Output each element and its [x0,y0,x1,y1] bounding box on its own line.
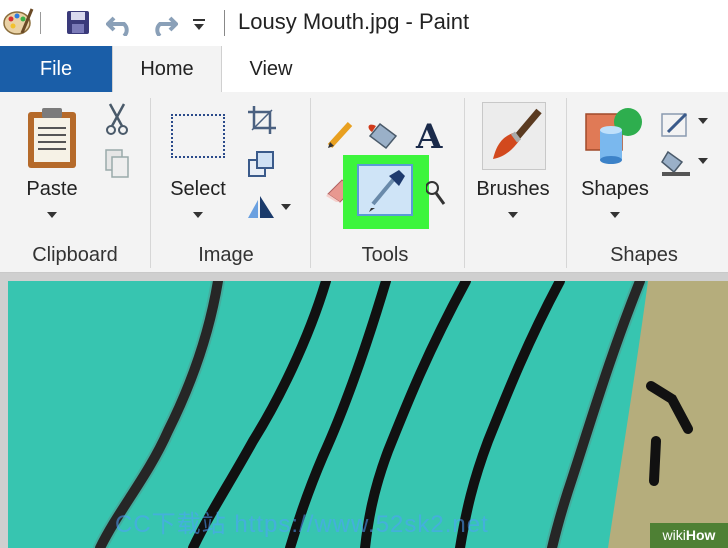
brush-icon [493,108,542,159]
title-bar: Lousy Mouth.jpg - Paint [0,0,728,46]
tools-group-label: Tools [361,244,409,266]
watermark-text: CC下载站 https://www.52sk2.net [115,511,489,538]
group-divider [566,98,567,268]
chevron-down-icon[interactable] [192,18,206,32]
color-picker-button[interactable] [357,164,413,216]
rotate-icon[interactable] [246,192,276,220]
group-divider [150,98,151,268]
wikihow-wiki: wiki [662,527,686,543]
crop-icon[interactable] [248,106,276,134]
brushes-button[interactable]: Brushes [470,178,556,201]
brushes-icon[interactable] [482,102,546,170]
fill-bucket-icon[interactable] [366,118,406,150]
tab-home[interactable]: Home [112,46,222,93]
select-dropdown-icon[interactable] [193,212,203,218]
outline-icon[interactable] [660,110,690,138]
rotate-dropdown-icon[interactable] [281,204,291,210]
image-group-label: Image [198,244,254,266]
clipboard-group-label: Clipboard [32,244,118,266]
paste-button[interactable]: Paste [14,178,90,201]
fill-dropdown-icon[interactable] [698,158,708,164]
scissors-icon[interactable] [104,102,130,136]
shapes-button[interactable]: Shapes [574,178,656,201]
pencil-icon[interactable] [326,120,354,150]
save-icon[interactable] [66,10,90,36]
copy-icon[interactable] [104,148,130,180]
tab-view[interactable]: View [222,46,320,92]
window-title: Lousy Mouth.jpg - Paint [238,9,470,34]
shapes-group-label: Shapes [610,244,678,266]
tab-file[interactable]: File [0,46,112,92]
group-divider [464,98,465,268]
resize-icon[interactable] [248,150,276,178]
outline-dropdown-icon[interactable] [698,118,708,124]
shape-fill-icon[interactable] [660,148,692,178]
wikihow-how: How [685,527,716,543]
group-divider [310,98,311,268]
undo-icon[interactable] [106,10,136,36]
select-icon[interactable] [171,114,225,158]
wikihow-badge: wikiHow [650,523,728,548]
paint-palette-icon[interactable] [2,5,34,39]
ribbon-tabs: File Home View [0,46,728,93]
text-icon[interactable]: A [414,116,448,154]
redo-icon[interactable] [148,10,178,36]
shapes-dropdown-icon[interactable] [610,212,620,218]
svg-text:A: A [415,117,443,154]
title-divider [40,12,41,34]
magnifier-icon[interactable] [426,178,446,206]
clipboard-icon[interactable] [26,106,80,170]
paste-dropdown-icon[interactable] [47,212,57,218]
shapes-icon[interactable] [582,102,648,168]
title-separator [224,10,225,36]
ribbon: Paste Clipboard Select Image A Tools Bru… [0,92,728,273]
eyedropper-icon [369,170,405,212]
brushes-dropdown-icon[interactable] [508,212,518,218]
select-button[interactable]: Select [160,178,236,201]
